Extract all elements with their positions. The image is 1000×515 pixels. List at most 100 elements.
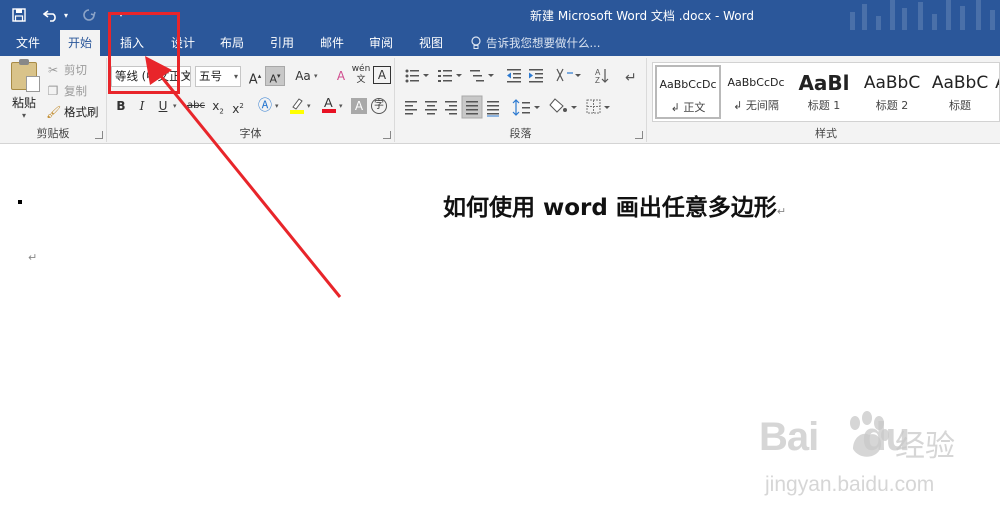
cut-label: 剪切 [64,63,87,77]
superscript-button[interactable]: x2 [228,96,248,116]
cut-button[interactable]: ✂ 剪切 [46,60,87,80]
paste-button[interactable]: 粘贴 ▾ [6,59,42,124]
tell-me-box[interactable]: 告诉我您想要做什么... [470,30,600,56]
format-painter-label: 格式刷 [64,105,99,119]
bold-button[interactable]: B [111,96,131,116]
change-case-glyph: Aa [295,69,311,83]
clear-formatting-button[interactable]: A [331,66,351,86]
bold-glyph: B [116,99,126,113]
title-decoration [840,0,1000,30]
paste-dropdown-icon[interactable]: ▾ [6,111,42,120]
svg-text:A: A [324,95,333,110]
sort-icon[interactable]: A Z [595,68,609,85]
align-right-icon[interactable] [445,101,457,115]
font-name-dropdown-icon[interactable]: ▾ [184,67,188,86]
anchor-mark [18,200,22,204]
justify-icon[interactable] [461,95,483,119]
svg-text:↵: ↵ [625,70,637,86]
clear-formatting-glyph: A [336,69,346,83]
increase-indent-icon[interactable] [529,69,543,83]
line-spacing-icon[interactable] [512,99,540,116]
change-case-button[interactable]: Aa [291,66,315,86]
tab-review[interactable]: 审阅 [361,30,401,56]
font-color-icon: A [322,95,336,113]
undo-icon[interactable] [40,4,62,26]
group-styles: 样式 [652,58,1000,142]
copy-button[interactable]: ❐ 复制 [46,81,87,101]
paw-icon [850,411,889,457]
font-group-label: 字体 [239,127,262,140]
watermark-brand-cn: 经验 [895,429,955,464]
shading-icon[interactable] [549,98,577,113]
clipboard-launcher-icon[interactable] [95,131,103,139]
italic-button[interactable]: I [132,96,152,116]
phonetic-guide-button[interactable]: wén 文 [351,64,371,85]
save-icon[interactable] [8,4,30,26]
font-size-value: 五号 [199,69,222,83]
underline-glyph: U [158,99,168,113]
copy-label: 复制 [64,84,87,98]
tab-home[interactable]: 开始 [60,30,101,56]
font-size-combo[interactable]: 五号 ▾ [195,66,241,87]
window-title: 新建 Microsoft Word 文档 .docx - Word [530,9,754,23]
group-paragraph: A Z ↵ 段落 [395,58,647,142]
tab-layout[interactable]: 布局 [212,30,252,56]
grow-font-button[interactable]: A▴ [245,66,265,87]
document-heading[interactable]: 如何使用 word 画出任意多边形↵ [443,188,786,222]
lightbulb-icon [471,36,481,49]
phonetic-guide-glyph: wén [351,64,371,74]
paragraph-controls: A Z ↵ [405,68,637,119]
document-heading-text: 如何使用 word 画出任意多边形 [443,195,777,221]
distributed-icon[interactable] [487,101,499,117]
bullets-icon[interactable] [405,69,430,83]
paragraph-group-label: 段落 [509,127,532,140]
enclose-characters-button[interactable]: 字 [371,98,387,114]
character-shading-glyph: A [354,99,364,113]
paragraph-launcher-icon[interactable] [635,131,643,139]
tell-me-placeholder: 告诉我您想要做什么... [486,36,601,50]
tab-mailings[interactable]: 邮件 [312,30,352,56]
strikethrough-button[interactable]: abc [185,96,207,116]
tab-file[interactable]: 文件 [8,30,48,56]
text-effects-button[interactable]: Ⓐ [255,96,275,116]
character-border-button[interactable]: A [373,66,391,84]
underline-button[interactable]: U [153,96,173,116]
svg-text:Z: Z [595,76,600,85]
clipboard-group-label: 剪贴板 [36,127,70,140]
numbering-icon[interactable] [438,70,462,82]
clipboard-icon [11,59,40,92]
font-size-dropdown-icon[interactable]: ▾ [234,67,238,86]
underline-dropdown-icon[interactable]: ▾ [173,96,177,116]
tab-view[interactable]: 视图 [411,30,451,56]
undo-dropdown-icon[interactable]: ▾ [64,11,68,20]
font-launcher-icon[interactable] [383,131,391,139]
strikethrough-glyph: abc [187,100,205,111]
decrease-indent-icon[interactable] [507,69,521,83]
align-center-icon[interactable] [425,101,437,115]
watermark-url: jingyan.baidu.com [765,473,935,496]
shrink-font-button[interactable]: A▾ [265,66,285,86]
align-left-icon[interactable] [405,101,417,115]
multilevel-list-icon[interactable] [470,70,494,82]
paragraph-mark: ↵ [776,205,787,218]
asian-layout-icon[interactable] [556,68,581,82]
character-shading-button[interactable]: A [351,98,367,114]
highlight-button[interactable] [287,96,307,116]
brush-icon: 🖌 [46,105,62,119]
format-painter-button[interactable]: 🖌 格式刷 [46,102,99,122]
redo-icon[interactable] [78,4,100,26]
highlight-dropdown-icon[interactable]: ▾ [307,96,311,116]
italic-glyph: I [139,99,145,113]
tab-references[interactable]: 引用 [262,30,302,56]
scissors-icon: ✂ [47,63,59,77]
change-case-dropdown-icon[interactable]: ▾ [314,66,318,86]
enclose-characters-glyph: 字 [374,100,384,111]
font-color-button[interactable]: A [319,94,339,114]
subscript-button[interactable]: x2 [208,96,228,116]
borders-icon[interactable] [586,99,610,114]
font-color-dropdown-icon[interactable]: ▾ [339,96,343,116]
show-formatting-marks-icon[interactable]: ↵ [625,70,637,86]
text-effects-dropdown-icon[interactable]: ▾ [275,96,279,116]
copy-icon: ❐ [47,84,59,98]
highlight-box [108,12,180,94]
